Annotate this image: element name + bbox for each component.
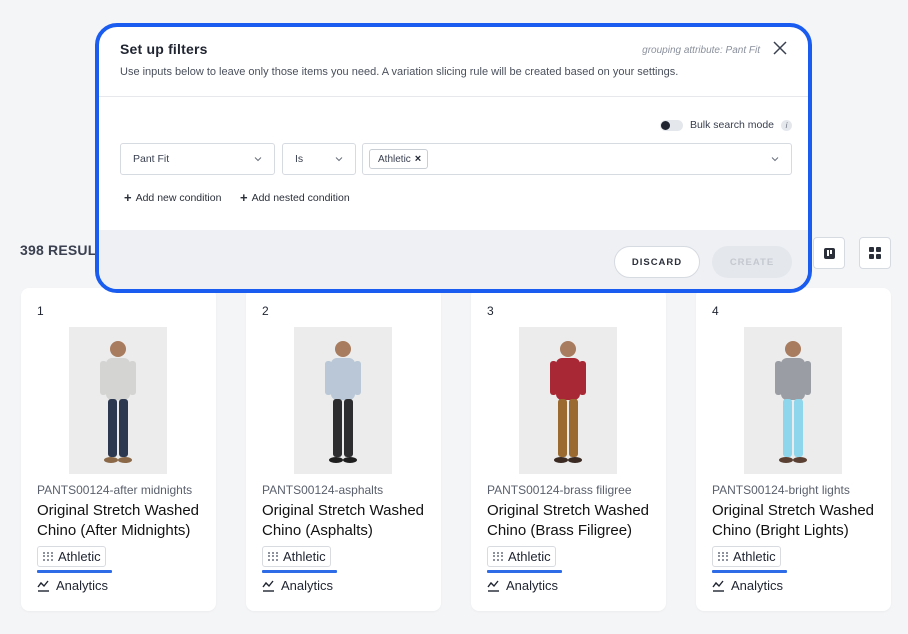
add-nested-condition-button[interactable]: + Add nested condition xyxy=(240,190,350,205)
analytics-icon xyxy=(487,580,499,592)
info-icon[interactable]: i xyxy=(781,119,792,131)
product-image[interactable] xyxy=(744,327,842,474)
analytics-link[interactable]: Analytics xyxy=(712,578,783,593)
tag-label: Athletic xyxy=(508,549,551,564)
tag-underline xyxy=(712,570,787,573)
product-name[interactable]: Original Stretch Washed Chino (Brass Fil… xyxy=(487,501,662,541)
plus-icon: + xyxy=(124,190,132,205)
plus-icon: + xyxy=(240,190,248,205)
product-card[interactable]: 2 PANTS00124-asphalts Original Stretch W… xyxy=(246,288,441,611)
product-name[interactable]: Original Stretch Washed Chino (Bright Li… xyxy=(712,501,887,541)
product-card[interactable]: 3 PANTS00124-brass filigree Original Str… xyxy=(471,288,666,611)
analytics-label: Analytics xyxy=(56,578,109,593)
add-condition-label: Add new condition xyxy=(135,192,222,204)
operator-select[interactable]: Is xyxy=(282,143,356,175)
grid-view-button[interactable] xyxy=(859,237,891,269)
product-sku: PANTS00124-brass filigree xyxy=(487,483,632,497)
attribute-dots-icon xyxy=(43,552,54,561)
pant-fit-tag: Athletic xyxy=(262,546,331,567)
kanban-view-button[interactable] xyxy=(813,237,845,269)
close-icon[interactable] xyxy=(772,40,788,56)
grouping-attribute-label: grouping attribute: Pant Fit xyxy=(642,45,760,56)
analytics-label: Analytics xyxy=(281,578,334,593)
modal-description: Use inputs below to leave only those ite… xyxy=(120,66,679,78)
filter-modal: Set up filters grouping attribute: Pant … xyxy=(95,23,812,293)
product-image[interactable] xyxy=(294,327,392,474)
tag-label: Athletic xyxy=(733,549,776,564)
modal-title: Set up filters xyxy=(120,41,208,57)
analytics-label: Analytics xyxy=(506,578,559,593)
chevron-down-icon xyxy=(254,157,262,162)
modal-footer xyxy=(99,230,808,289)
product-card[interactable]: 4 PANTS00124-bright lights Original Stre… xyxy=(696,288,891,611)
bulk-search-mode: Bulk search mode i xyxy=(659,119,792,131)
card-index: 1 xyxy=(37,304,44,318)
product-image[interactable] xyxy=(519,327,617,474)
product-card[interactable]: 1 PANTS00124-after midnights Original St… xyxy=(21,288,216,611)
product-name[interactable]: Original Stretch Washed Chino (After Mid… xyxy=(37,501,212,541)
bulk-search-toggle[interactable] xyxy=(659,119,683,131)
analytics-icon xyxy=(37,580,49,592)
results-count: 398 RESULT xyxy=(20,242,105,258)
kanban-icon xyxy=(823,247,835,259)
add-condition-button[interactable]: + Add new condition xyxy=(124,190,222,205)
card-index: 4 xyxy=(712,304,719,318)
value-chip: Athletic × xyxy=(369,149,429,169)
tag-underline xyxy=(487,570,562,573)
attribute-select-value: Pant Fit xyxy=(133,153,170,165)
attribute-dots-icon xyxy=(268,552,279,561)
attribute-select[interactable]: Pant Fit xyxy=(120,143,275,175)
analytics-link[interactable]: Analytics xyxy=(487,578,558,593)
tag-underline xyxy=(37,570,112,573)
analytics-icon xyxy=(712,580,724,592)
pant-fit-tag: Athletic xyxy=(712,546,781,567)
tag-label: Athletic xyxy=(283,549,326,564)
add-nested-condition-label: Add nested condition xyxy=(251,192,350,204)
product-sku: PANTS00124-after midnights xyxy=(37,483,193,497)
attribute-dots-icon xyxy=(493,552,504,561)
chevron-down-icon xyxy=(771,157,779,162)
discard-button[interactable]: DISCARD xyxy=(614,246,700,278)
card-index: 3 xyxy=(487,304,494,318)
divider xyxy=(99,96,808,97)
product-image[interactable] xyxy=(69,327,167,474)
tag-underline xyxy=(262,570,337,573)
operator-select-value: Is xyxy=(295,153,304,165)
product-name[interactable]: Original Stretch Washed Chino (Asphalts) xyxy=(262,501,437,541)
pant-fit-tag: Athletic xyxy=(487,546,556,567)
pant-fit-tag: Athletic xyxy=(37,546,106,567)
analytics-label: Analytics xyxy=(731,578,784,593)
chip-remove-icon[interactable]: × xyxy=(415,153,421,165)
analytics-link[interactable]: Analytics xyxy=(37,578,108,593)
analytics-icon xyxy=(262,580,274,592)
card-index: 2 xyxy=(262,304,269,318)
attribute-dots-icon xyxy=(718,552,729,561)
value-select[interactable]: Athletic × xyxy=(362,143,792,175)
create-button[interactable]: CREATE xyxy=(712,246,792,278)
grid-icon xyxy=(869,247,881,259)
product-sku: PANTS00124-bright lights xyxy=(712,483,850,497)
product-sku: PANTS00124-asphalts xyxy=(262,483,384,497)
chevron-down-icon xyxy=(335,157,343,162)
tag-label: Athletic xyxy=(58,549,101,564)
analytics-link[interactable]: Analytics xyxy=(262,578,333,593)
value-chip-label: Athletic xyxy=(378,154,411,165)
bulk-search-label: Bulk search mode xyxy=(689,119,774,131)
